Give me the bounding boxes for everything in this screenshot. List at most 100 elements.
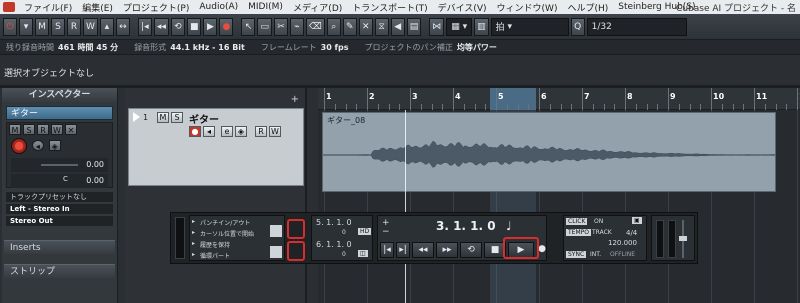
track-edit-button[interactable]: e xyxy=(221,126,233,137)
track-row[interactable]: 1 M S ギター ● ◂ e ◈ R W xyxy=(128,108,304,186)
tempo-button[interactable]: TEMPO xyxy=(566,229,591,236)
menu-project[interactable]: プロジェクト(P) xyxy=(118,1,194,14)
left-locator[interactable]: 5. 1. 1. 0 xyxy=(316,218,352,227)
track-solo-button[interactable]: S xyxy=(171,112,183,123)
go-to-start-icon[interactable]: |◂ xyxy=(137,17,152,36)
cycle-icon[interactable]: ⟲ xyxy=(170,17,185,36)
time-format-icon[interactable]: ♩ xyxy=(506,219,512,233)
sync-button[interactable]: SYNC xyxy=(566,251,587,258)
info-value[interactable]: 30 fps xyxy=(321,43,349,52)
go-to-start-icon[interactable]: |◂ xyxy=(380,242,394,258)
menu-midi[interactable]: MIDI(M) xyxy=(243,2,288,12)
monitor-icon[interactable]: ◂ xyxy=(31,139,44,151)
record-icon[interactable]: ● xyxy=(219,17,234,36)
audio-event[interactable]: ギター_08 xyxy=(322,112,776,192)
cycle-part-label[interactable]: 循環パート xyxy=(200,251,230,260)
track-preset-field[interactable]: トラックプリセットなし xyxy=(6,192,113,202)
keep-history-icon[interactable]: ▸ xyxy=(192,240,195,247)
right-locator[interactable]: 6. 1. 1. 0 xyxy=(316,240,352,249)
punch-icon[interactable]: ▸ xyxy=(192,218,195,225)
output-routing-field[interactable]: Stereo Out xyxy=(6,216,113,226)
track-mute-button[interactable]: M xyxy=(157,112,169,123)
add-track-icon[interactable]: + xyxy=(291,94,299,105)
lock-icon[interactable]: ◈ xyxy=(48,139,61,151)
track-read-button[interactable]: R xyxy=(255,126,267,137)
split-tool-icon[interactable]: ✂ xyxy=(273,17,288,36)
inspector-write-button[interactable]: W xyxy=(51,124,63,135)
menu-audio[interactable]: Audio(A) xyxy=(194,2,243,12)
inspector-mute-x-icon[interactable]: ✕ xyxy=(65,124,77,135)
toolbar-dropdown-icon[interactable]: ▾ xyxy=(19,17,33,36)
automation-mode-icon[interactable]: ▴ xyxy=(99,17,114,36)
menu-transport[interactable]: トランスポート(T) xyxy=(347,1,432,14)
input-routing-field[interactable]: Left - Stereo In xyxy=(6,204,113,214)
cycle-icon[interactable]: ⟲ xyxy=(460,242,482,258)
time-warp-tool-icon[interactable]: ⧖ xyxy=(374,17,389,36)
glue-tool-icon[interactable]: ⌁ xyxy=(289,17,304,36)
hd-button[interactable]: HD xyxy=(358,228,372,235)
toolbar-w-button[interactable]: W xyxy=(83,17,98,36)
track-record-enable-icon[interactable]: ● xyxy=(189,126,201,137)
pan-control[interactable]: C 0.00 xyxy=(11,174,108,188)
time-signature[interactable]: 4/4 xyxy=(626,229,637,237)
info-value[interactable]: 均等パワー xyxy=(457,42,497,53)
record-enable-icon[interactable] xyxy=(11,138,27,154)
cursor-start-label[interactable]: カーソル位置で開始 xyxy=(200,229,254,238)
quantize-select[interactable]: 1/32 xyxy=(586,17,687,36)
info-value[interactable]: 44.1 kHz - 16 Bit xyxy=(170,43,245,52)
toolbar-s-button[interactable]: S xyxy=(51,17,65,36)
position-display[interactable]: 3. 1. 1. 0 xyxy=(436,219,496,233)
menu-devices[interactable]: デバイス(V) xyxy=(433,1,492,14)
click-settings-icon[interactable]: ▣ xyxy=(632,217,642,224)
cycle-mode-toggle[interactable] xyxy=(270,246,282,258)
app-logo-icon[interactable] xyxy=(3,2,15,12)
master-fader-handle[interactable] xyxy=(679,236,687,241)
inspector-solo-button[interactable]: S xyxy=(23,124,35,135)
record-mode-toggle[interactable] xyxy=(270,225,282,237)
rewind-icon[interactable]: ◂◂ xyxy=(153,17,169,36)
timeline-ruler[interactable]: 123456789101112 xyxy=(318,88,800,110)
color-tool-icon[interactable]: ▤ xyxy=(406,17,422,36)
minus-icon[interactable]: − xyxy=(382,227,390,237)
event-display[interactable]: ギター_08 xyxy=(318,110,800,303)
activate-project-icon[interactable]: ⏻ xyxy=(3,17,17,36)
erase-tool-icon[interactable]: ⌫ xyxy=(305,17,325,36)
quantize-icon[interactable]: Q xyxy=(570,17,585,36)
track-name[interactable]: ギター xyxy=(189,111,219,126)
object-selection-tool-icon[interactable]: ↖ xyxy=(241,17,256,36)
go-to-end-icon[interactable]: ▸| xyxy=(396,242,410,258)
strip-section[interactable]: ストリップ xyxy=(4,264,115,278)
track-lock-icon[interactable]: ◈ xyxy=(235,126,247,137)
volume-fader[interactable]: 0.00 xyxy=(11,158,108,172)
play-tool-icon[interactable]: ◀ xyxy=(390,17,405,36)
toolbar-r-button[interactable]: R xyxy=(67,17,81,36)
menu-window[interactable]: ウィンドウ(W) xyxy=(492,1,563,14)
inserts-section[interactable]: Inserts xyxy=(4,240,115,254)
grid-mode-select[interactable]: 拍 ▾ xyxy=(490,17,569,36)
menu-media[interactable]: メディア(D) xyxy=(288,1,347,14)
cursor-start-icon[interactable]: ▸ xyxy=(192,229,195,236)
mem-button[interactable]: ◫ xyxy=(358,250,368,257)
toolbar-m-button[interactable]: M xyxy=(35,17,49,36)
snap-toggle-icon[interactable]: ⋈ xyxy=(429,17,445,36)
range-tool-icon[interactable]: ▭ xyxy=(257,17,272,36)
track-write-button[interactable]: W xyxy=(269,126,281,137)
snap-type-select[interactable]: ▦ ▾ xyxy=(446,17,473,36)
draw-tool-icon[interactable]: ✎ xyxy=(342,17,357,36)
keep-history-label[interactable]: 履歴を保持 xyxy=(200,240,230,249)
fast-forward-icon[interactable]: ▸▸ xyxy=(436,242,458,258)
mute-tool-icon[interactable]: ✕ xyxy=(358,17,373,36)
stop-icon[interactable]: ■ xyxy=(186,17,202,36)
inspector-mute-button[interactable]: M xyxy=(9,124,21,135)
menu-file[interactable]: ファイル(F) xyxy=(19,1,77,14)
project-cursor[interactable] xyxy=(405,110,406,303)
grid-type-icon[interactable]: ▥ xyxy=(474,17,489,36)
punch-label[interactable]: パンチイン/アウト xyxy=(200,218,250,227)
menu-edit[interactable]: 編集(E) xyxy=(77,1,118,14)
track-monitor-icon[interactable]: ◂ xyxy=(203,126,215,137)
rewind-icon[interactable]: ◂◂ xyxy=(412,242,434,258)
inspector-track-name[interactable]: ギター xyxy=(6,106,113,120)
click-button[interactable]: CLICK xyxy=(566,218,588,225)
tempo-value[interactable]: 120.000 xyxy=(608,239,637,247)
autoscroll-icon[interactable]: ↔ xyxy=(115,17,130,36)
